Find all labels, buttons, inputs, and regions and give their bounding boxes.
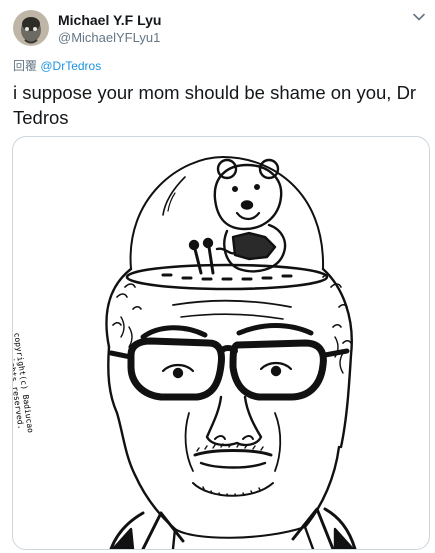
avatar-image (13, 10, 49, 46)
reply-context: 回覆 @DrTedros (13, 57, 101, 74)
chevron-down-icon[interactable] (412, 10, 426, 24)
cartoon-illustration (105, 156, 357, 549)
author-handle[interactable]: @MichaelYFLyu1 (58, 30, 160, 45)
author-display-name[interactable]: Michael Y.F Lyu (58, 12, 161, 28)
tweet-text: i suppose your mom should be shame on yo… (13, 82, 417, 128)
avatar[interactable] (13, 10, 49, 46)
tweet-media[interactable]: copyright(c) Badiucao all rights reserve… (12, 136, 430, 550)
reply-mention-link[interactable]: @DrTedros (40, 59, 101, 73)
reply-prefix: 回覆 (13, 59, 38, 73)
